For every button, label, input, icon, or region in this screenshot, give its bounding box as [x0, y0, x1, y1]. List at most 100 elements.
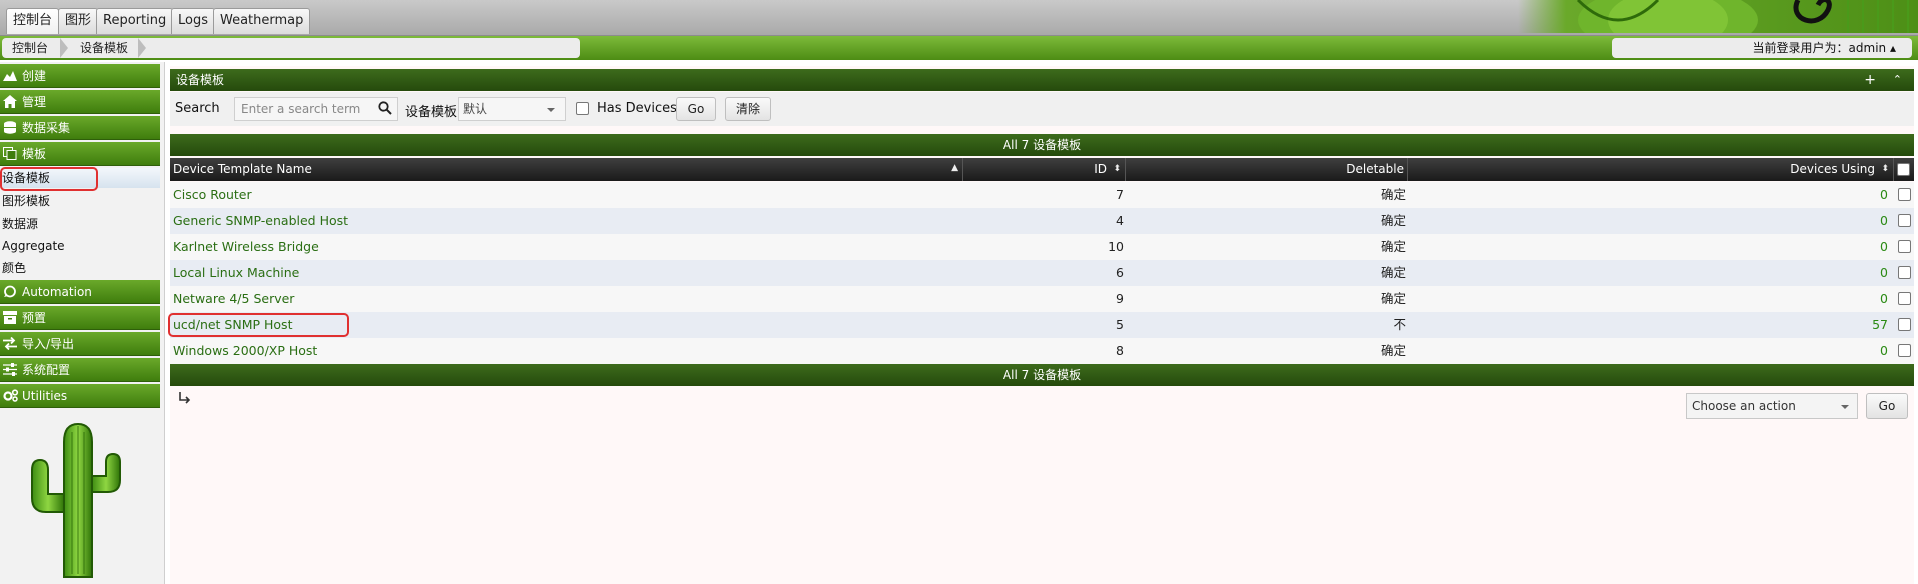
sidebar-section-import-export[interactable]: 导入/导出	[0, 332, 160, 356]
devices-using-count[interactable]: 0	[1408, 286, 1888, 312]
row-checkbox[interactable]	[1898, 188, 1911, 201]
template-select-value: 默认	[463, 102, 488, 116]
devices-using-count[interactable]: 0	[1408, 234, 1888, 260]
tab-console[interactable]: 控制台	[6, 8, 60, 34]
go-button[interactable]: Go	[676, 97, 716, 121]
devices-using-count[interactable]: 0	[1408, 208, 1888, 234]
template-name-link[interactable]: Cisco Router	[173, 182, 252, 208]
table-row: Karlnet Wireless Bridge 10 确定 0	[170, 234, 1914, 260]
column-header-deletable: Deletable	[1126, 158, 1408, 181]
sidebar-section-label: 数据采集	[22, 121, 71, 135]
has-devices-checkbox[interactable]	[576, 102, 589, 115]
sidebar-section-manage[interactable]: 管理	[0, 90, 160, 114]
template-name-link[interactable]: Karlnet Wireless Bridge	[173, 234, 319, 260]
table-row: ucd/net SNMP Host 5 不 57	[170, 312, 1914, 338]
breadcrumb-console[interactable]: 控制台	[12, 38, 48, 58]
column-header-id[interactable]: ID ⬍	[963, 158, 1126, 181]
template-id: 10	[1108, 239, 1124, 254]
table-row: Windows 2000/XP Host 8 确定 0	[170, 338, 1914, 364]
action-select[interactable]: Choose an action	[1686, 393, 1858, 419]
template-name-link[interactable]: Netware 4/5 Server	[173, 286, 294, 312]
tab-logs[interactable]: Logs	[171, 8, 215, 34]
row-checkbox[interactable]	[1898, 344, 1911, 357]
archive-icon	[3, 311, 17, 324]
template-name-link[interactable]: ucd/net SNMP Host	[173, 312, 292, 338]
banner-cactus-image	[1518, 0, 1918, 33]
chevron-down-icon	[1841, 405, 1849, 409]
chart-icon	[3, 69, 17, 82]
search-input[interactable]: Enter a search term	[234, 97, 398, 121]
action-select-value: Choose an action	[1692, 399, 1796, 413]
cogs-icon	[3, 389, 19, 402]
sidebar-section-system-config[interactable]: 系统配置	[0, 358, 160, 382]
sliders-icon	[3, 363, 17, 376]
template-id: 6	[1116, 265, 1124, 280]
column-header-devices-using[interactable]: Devices Using ⬍	[1408, 158, 1894, 181]
sidebar-section-create[interactable]: 创建	[0, 64, 160, 88]
sidebar-section-presets[interactable]: 预置	[0, 306, 160, 330]
add-icon[interactable]: +	[1864, 69, 1876, 91]
devices-using-count[interactable]: 0	[1408, 338, 1888, 364]
sidebar-item-aggregate[interactable]: Aggregate	[2, 236, 65, 256]
devices-using-count[interactable]: 57	[1408, 312, 1888, 338]
sort-asc-icon: ▲	[951, 163, 958, 173]
row-checkbox[interactable]	[1898, 214, 1911, 227]
has-devices-label: Has Devices	[597, 101, 677, 116]
deletable-value: 确定	[1380, 343, 1406, 358]
chevron-down-icon	[547, 108, 555, 112]
row-checkbox[interactable]	[1898, 292, 1911, 305]
tab-reporting[interactable]: Reporting	[96, 8, 174, 34]
column-header-name[interactable]: Device Template Name ▲	[170, 158, 963, 181]
table-row: Netware 4/5 Server 9 确定 0	[170, 286, 1914, 312]
sidebar-section-templates[interactable]: 模板	[0, 142, 160, 166]
exchange-icon	[3, 336, 17, 351]
sidebar-section-label: 预置	[22, 311, 47, 325]
database-icon	[3, 121, 17, 134]
breadcrumb: 控制台 设备模板	[2, 38, 580, 58]
sidebar-section-label: 管理	[22, 95, 47, 109]
row-checkbox[interactable]	[1898, 318, 1911, 331]
tab-graphs[interactable]: 图形	[58, 8, 99, 34]
search-icon[interactable]	[378, 101, 392, 115]
row-checkbox[interactable]	[1898, 240, 1911, 253]
row-checkbox[interactable]	[1898, 266, 1911, 279]
template-name-link[interactable]: Generic SNMP-enabled Host	[173, 208, 348, 234]
breadcrumb-device-templates[interactable]: 设备模板	[80, 38, 128, 58]
sidebar-section-utilities[interactable]: Utilities	[0, 384, 160, 408]
sidebar-section-data-collection[interactable]: 数据采集	[0, 116, 160, 140]
template-select[interactable]: 默认	[458, 97, 566, 121]
deletable-value: 不	[1393, 317, 1406, 332]
panel-header: 设备模板 + ⌃	[170, 69, 1914, 91]
sidebar-section-label: 系统配置	[22, 363, 71, 377]
template-id: 4	[1116, 213, 1124, 228]
devices-using-count[interactable]: 0	[1408, 182, 1888, 208]
table-row: Generic SNMP-enabled Host 4 确定 0	[170, 208, 1914, 234]
template-id: 9	[1116, 291, 1124, 306]
clear-button[interactable]: 清除	[725, 97, 771, 121]
return-arrow-icon	[178, 392, 192, 410]
collapse-icon[interactable]: ⌃	[1893, 69, 1902, 91]
search-label: Search	[175, 101, 220, 116]
sidebar-item-graph-templates[interactable]: 图形模板	[2, 191, 50, 211]
column-header-label: Deletable	[1346, 162, 1404, 176]
template-name-link[interactable]: Local Linux Machine	[173, 260, 299, 286]
sidebar: 创建 管理 数据采集 模板 设备模板 图形模板 数据源 Aggregate 颜色…	[0, 62, 165, 584]
tab-weathermap[interactable]: Weathermap	[213, 8, 311, 34]
deletable-value: 确定	[1380, 213, 1406, 228]
user-menu[interactable]: 当前登录用户为：admin ▴	[1612, 38, 1912, 58]
sidebar-item-data-sources[interactable]: 数据源	[2, 214, 38, 234]
select-all-checkbox[interactable]	[1897, 163, 1910, 176]
sidebar-item-colors[interactable]: 颜色	[2, 258, 26, 278]
column-header-label: Devices Using	[1790, 162, 1875, 176]
template-name-link[interactable]: Windows 2000/XP Host	[173, 338, 317, 364]
sidebar-section-automation[interactable]: Automation	[0, 280, 160, 304]
devices-using-count[interactable]: 0	[1408, 260, 1888, 286]
main-content: 设备模板 + ⌃ Search Enter a search term 设备模板…	[170, 66, 1914, 584]
sidebar-item-device-templates[interactable]: 设备模板	[0, 168, 160, 188]
table-caption-bottom: All 7 设备模板	[170, 364, 1914, 386]
breadcrumb-separator	[60, 38, 68, 58]
refresh-icon	[3, 285, 17, 298]
sidebar-section-label: Utilities	[22, 389, 68, 403]
filter-bar: Search Enter a search term 设备模板 默认 Has D…	[170, 92, 1914, 126]
action-go-button[interactable]: Go	[1866, 393, 1908, 419]
